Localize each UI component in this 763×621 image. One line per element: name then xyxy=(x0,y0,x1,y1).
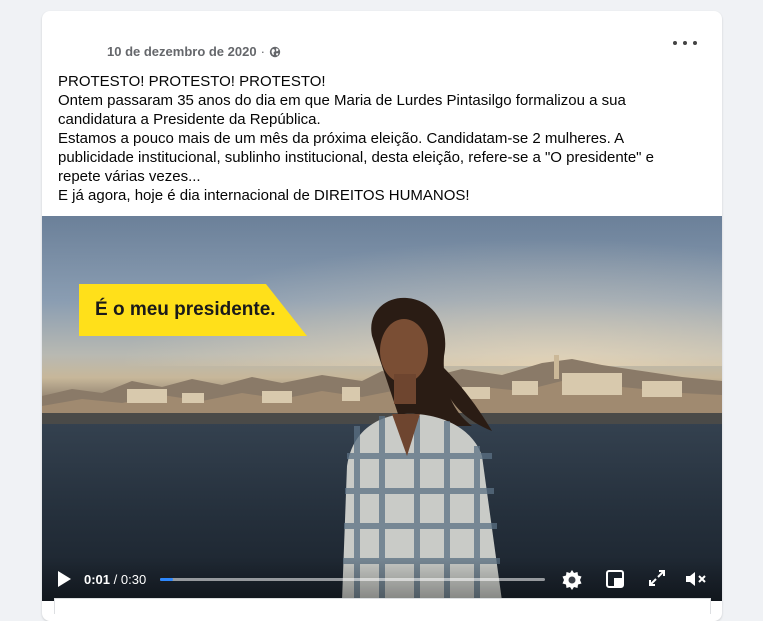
post-meta: 10 de dezembro de 2020 · xyxy=(107,44,281,59)
duration: 0:30 xyxy=(120,572,147,587)
post-card: 10 de dezembro de 2020 · PROTESTO! PROTE… xyxy=(42,11,722,621)
banner-text: É o meu presidente. xyxy=(95,299,276,320)
muted-volume-icon[interactable] xyxy=(684,569,708,594)
current-time: 0:01 xyxy=(84,572,111,587)
more-options-icon[interactable] xyxy=(673,38,697,48)
fullscreen-icon[interactable] xyxy=(648,569,666,592)
globe-icon[interactable] xyxy=(269,46,281,58)
post-line: E já agora, hoje é dia internacional de … xyxy=(58,187,470,204)
video-controls: 0:01 / 0:30 xyxy=(42,557,722,601)
post-date[interactable]: 10 de dezembro de 2020 xyxy=(107,44,257,59)
meta-separator: · xyxy=(260,44,265,59)
comment-box-edge xyxy=(54,598,711,614)
progress-bar[interactable] xyxy=(160,578,545,581)
post-line: Ontem passaram 35 anos do dia em que Mar… xyxy=(58,92,626,128)
time-separator: / xyxy=(113,572,118,587)
post-text: PROTESTO! PROTESTO! PROTESTO! Ontem pass… xyxy=(58,72,698,205)
picture-in-picture-icon[interactable] xyxy=(605,569,625,594)
play-icon[interactable] xyxy=(56,570,72,593)
post-line: PROTESTO! PROTESTO! PROTESTO! xyxy=(58,73,326,90)
video-player[interactable]: É o meu presidente. 0:01 / 0:30 xyxy=(42,216,722,601)
time-display: 0:01 / 0:30 xyxy=(84,572,146,587)
settings-icon[interactable] xyxy=(561,569,583,596)
progress-fill xyxy=(160,578,173,581)
woman-figure xyxy=(342,297,502,601)
post-line: Estamos a pouco mais de um mês da próxim… xyxy=(58,130,655,185)
